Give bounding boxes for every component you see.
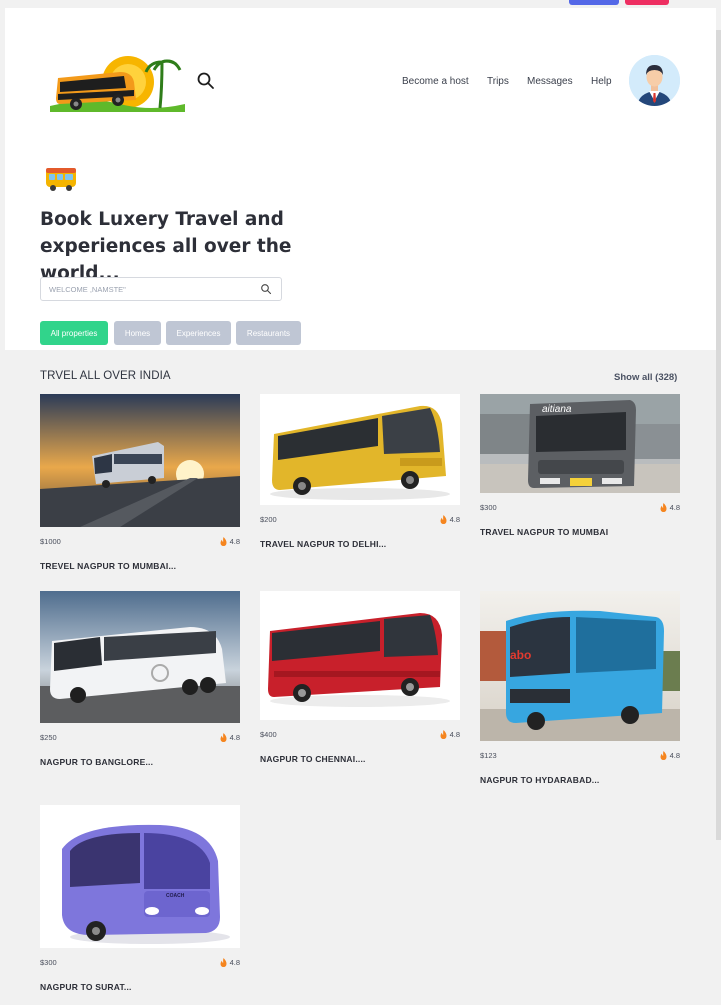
flame-icon (660, 751, 667, 760)
listing-card[interactable]: abo $123 4.8 NAGPUR TO HYDARABAD... (480, 591, 680, 785)
rating-value: 4.8 (229, 537, 240, 546)
bus-photo-purple-coach[interactable]: COACH (40, 805, 240, 948)
chip-experiences[interactable]: Experiences (166, 321, 231, 345)
flame-icon (440, 515, 447, 524)
avatar[interactable] (629, 55, 680, 106)
listing-title[interactable]: NAGPUR TO SURAT... (40, 982, 240, 992)
listing-card[interactable]: COACH $300 4.8 NAGPUR TO SURAT... (40, 805, 240, 992)
listing-price: $200 (260, 515, 277, 524)
nav-help[interactable]: Help (591, 76, 612, 87)
chip-homes[interactable]: Homes (114, 321, 161, 345)
hero-headline: Book Luxery Travel and experiences all o… (40, 206, 360, 287)
scrollbar[interactable] (716, 30, 721, 840)
search-box (40, 277, 282, 301)
search-input[interactable] (49, 282, 254, 297)
listing-title[interactable]: NAGPUR TO HYDARABAD... (480, 775, 680, 785)
flame-icon (660, 503, 667, 512)
user-avatar-icon (629, 55, 680, 106)
bus-photo-white-mercedes[interactable] (40, 591, 240, 723)
listing-title[interactable]: TRAVEL NAGPUR TO DELHI... (260, 539, 460, 549)
top-pink-button[interactable] (625, 0, 669, 5)
listing-card[interactable]: $1000 4.8 TREVEL NAGPUR TO MUMBAI... (40, 394, 240, 571)
rating-value: 4.8 (669, 503, 680, 512)
listing-rating: 4.8 (660, 503, 680, 512)
show-all-link[interactable]: Show all (328) (614, 372, 677, 383)
listing-title[interactable]: NAGPUR TO CHENNAI.... (260, 754, 460, 764)
listing-meta: $1000 4.8 (40, 537, 240, 549)
bus-photo-yellow[interactable] (260, 394, 460, 505)
listing-price: $300 (480, 503, 497, 512)
listing-rating: 4.8 (220, 958, 240, 967)
bus-photo-grey-front[interactable]: aitiana (480, 394, 680, 493)
listing-price: $300 (40, 958, 57, 967)
listing-title[interactable]: TREVEL NAGPUR TO MUMBAI... (40, 561, 240, 571)
chip-all-properties[interactable]: All properties (40, 321, 108, 345)
nav-trips[interactable]: Trips (487, 76, 509, 87)
listing-meta: $400 4.8 (260, 730, 460, 742)
rating-value: 4.8 (229, 958, 240, 967)
listing-title[interactable]: NAGPUR TO BANGLORE... (40, 757, 240, 767)
rating-value: 4.8 (669, 751, 680, 760)
listing-rating: 4.8 (440, 515, 460, 524)
bus-photo-sunset[interactable] (40, 394, 240, 527)
bus-photo-blue[interactable]: abo (480, 591, 680, 741)
listing-rating: 4.8 (440, 730, 460, 739)
listing-meta: $300 4.8 (40, 958, 240, 970)
nav-become-host[interactable]: Become a host (402, 76, 469, 87)
listing-card[interactable]: aitiana $300 4.8 TRAVEL NAGPUR TO MUMBAI (480, 394, 680, 537)
bus7-label-text: COACH (166, 893, 185, 899)
bus-logo-icon[interactable] (50, 48, 185, 116)
flame-icon (440, 730, 447, 739)
search-icon[interactable] (195, 70, 217, 92)
listing-price: $1000 (40, 537, 61, 546)
listing-card[interactable]: $400 4.8 NAGPUR TO CHENNAI.... (260, 591, 460, 764)
nav-messages[interactable]: Messages (527, 76, 573, 87)
listing-rating: 4.8 (220, 537, 240, 546)
listing-card[interactable]: $250 4.8 NAGPUR TO BANGLORE... (40, 591, 240, 767)
listing-meta: $300 4.8 (480, 503, 680, 515)
rating-value: 4.8 (449, 730, 460, 739)
listing-meta: $123 4.8 (480, 751, 680, 763)
listing-rating: 4.8 (660, 751, 680, 760)
chip-restaurants[interactable]: Restaurants (236, 321, 301, 345)
flame-icon (220, 537, 227, 546)
listing-rating: 4.8 (220, 733, 240, 742)
flame-icon (220, 733, 227, 742)
listing-price: $250 (40, 733, 57, 742)
rating-value: 4.8 (229, 733, 240, 742)
bus6-brand-text: abo (510, 648, 531, 662)
search-icon[interactable] (260, 283, 272, 295)
rating-value: 4.8 (449, 515, 460, 524)
listing-price: $123 (480, 751, 497, 760)
top-blue-button[interactable] (569, 0, 619, 5)
listing-price: $400 (260, 730, 277, 739)
section-title: TRVEL ALL OVER INDIA (40, 370, 171, 382)
bus-emoji-icon (46, 168, 76, 191)
headline-line-1: Book Luxery Travel and (40, 209, 284, 230)
listing-title[interactable]: TRAVEL NAGPUR TO MUMBAI (480, 527, 680, 537)
listing-card[interactable]: $200 4.8 TRAVEL NAGPUR TO DELHI... (260, 394, 460, 549)
bus-photo-red[interactable] (260, 591, 460, 720)
listing-meta: $200 4.8 (260, 515, 460, 527)
listing-meta: $250 4.8 (40, 733, 240, 745)
bus3-sign-text: aitiana (542, 404, 572, 415)
flame-icon (220, 958, 227, 967)
